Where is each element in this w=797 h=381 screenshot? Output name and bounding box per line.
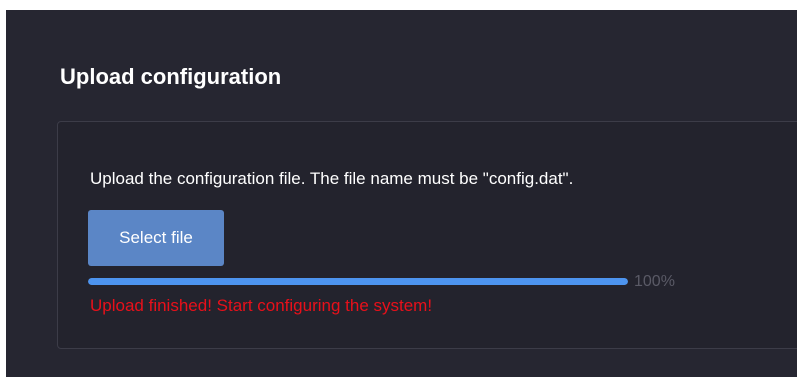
upload-progress: 100% [88, 273, 700, 290]
upload-status-message: Upload finished! Start configuring the s… [90, 296, 433, 315]
upload-panel: Upload configuration Upload the configur… [6, 10, 797, 377]
upload-card: Upload the configuration file. The file … [57, 121, 797, 349]
progress-fill [88, 278, 628, 285]
progress-track [88, 278, 628, 285]
select-file-button[interactable]: Select file [88, 210, 224, 266]
progress-percent: 100% [634, 273, 675, 290]
page-title: Upload configuration [60, 64, 282, 89]
upload-description: Upload the configuration file. The file … [90, 169, 574, 188]
